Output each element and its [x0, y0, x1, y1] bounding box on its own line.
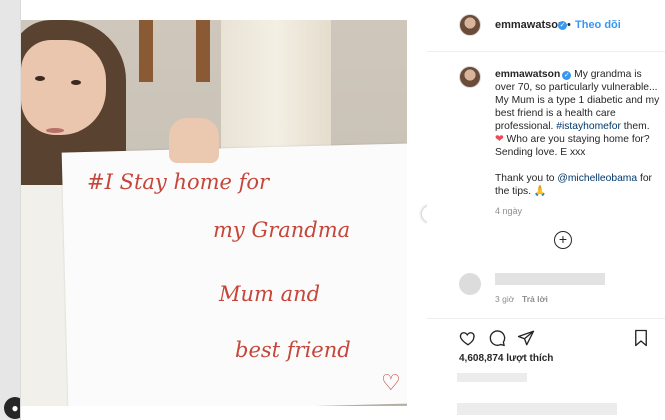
photo-eye — [71, 80, 81, 85]
post-side-panel: emmawatson ✓ • Theo dõi emmawatson ✓ My g… — [427, 0, 665, 420]
post-photo[interactable]: #I Stay home for my Grandma Mum and best… — [21, 20, 407, 406]
caption-text: them. — [620, 121, 650, 132]
post-modal: #I Stay home for my Grandma Mum and best… — [20, 0, 665, 420]
follow-button[interactable]: Theo dõi — [575, 19, 621, 31]
photo-face — [21, 40, 106, 135]
photo-hand — [169, 118, 219, 163]
like-heart-icon[interactable] — [459, 329, 477, 347]
photo-beam — [139, 20, 153, 82]
like-count[interactable]: 4,608,874 lượt thích — [459, 353, 553, 364]
sign-line: #I Stay home for — [87, 170, 270, 194]
caption-text: Who are you staying home for? Sending lo… — [495, 134, 650, 158]
post-actions: 4,608,874 lượt thích — [427, 318, 665, 420]
sign-heart-icon: ♡ — [381, 370, 401, 395]
post-header: emmawatson ✓ • Theo dõi — [427, 0, 665, 52]
load-more-comments-icon[interactable]: + — [554, 231, 572, 249]
sign-line: my Grandma — [213, 218, 351, 242]
photo-eye — [35, 76, 45, 81]
sign-line: best friend — [235, 338, 351, 362]
author-avatar[interactable] — [459, 14, 481, 36]
caption-username[interactable]: emmawatson — [495, 69, 560, 80]
comment-input-redacted[interactable] — [457, 403, 617, 415]
caption-text: Thank you to — [495, 173, 558, 184]
photo-beam — [196, 20, 210, 82]
comment-time: 3 giờ — [495, 294, 515, 304]
caption-paragraph: Thank you to @michelleobama for the tips… — [495, 172, 661, 198]
reply-button[interactable]: Trả lời — [522, 294, 548, 304]
caption-avatar[interactable] — [459, 66, 481, 88]
caption-time: 4 ngày — [495, 206, 523, 216]
mention-link[interactable]: @michelleobama — [557, 173, 637, 184]
comment-text-redacted — [495, 273, 605, 285]
sign-line: Mum and — [219, 282, 321, 306]
commenter-avatar[interactable] — [459, 273, 481, 295]
header-separator: • — [567, 19, 571, 31]
save-bookmark-icon[interactable] — [632, 329, 650, 347]
verified-icon: ✓ — [558, 21, 567, 30]
caption-paragraph: emmawatson ✓ My grandma is over 70, so pa… — [495, 68, 661, 159]
verified-icon: ✓ — [562, 71, 572, 80]
author-username[interactable]: emmawatson — [495, 19, 565, 31]
photo-mouth — [46, 128, 64, 133]
post-caption: emmawatson ✓ My grandma is over 70, so pa… — [495, 68, 661, 198]
share-icon[interactable] — [517, 329, 535, 347]
heart-emoji-icon: ❤ — [495, 134, 504, 145]
hashtag-link[interactable]: #istayhomefor — [556, 121, 621, 132]
post-date-redacted — [457, 373, 527, 382]
comment-icon[interactable] — [488, 329, 506, 347]
